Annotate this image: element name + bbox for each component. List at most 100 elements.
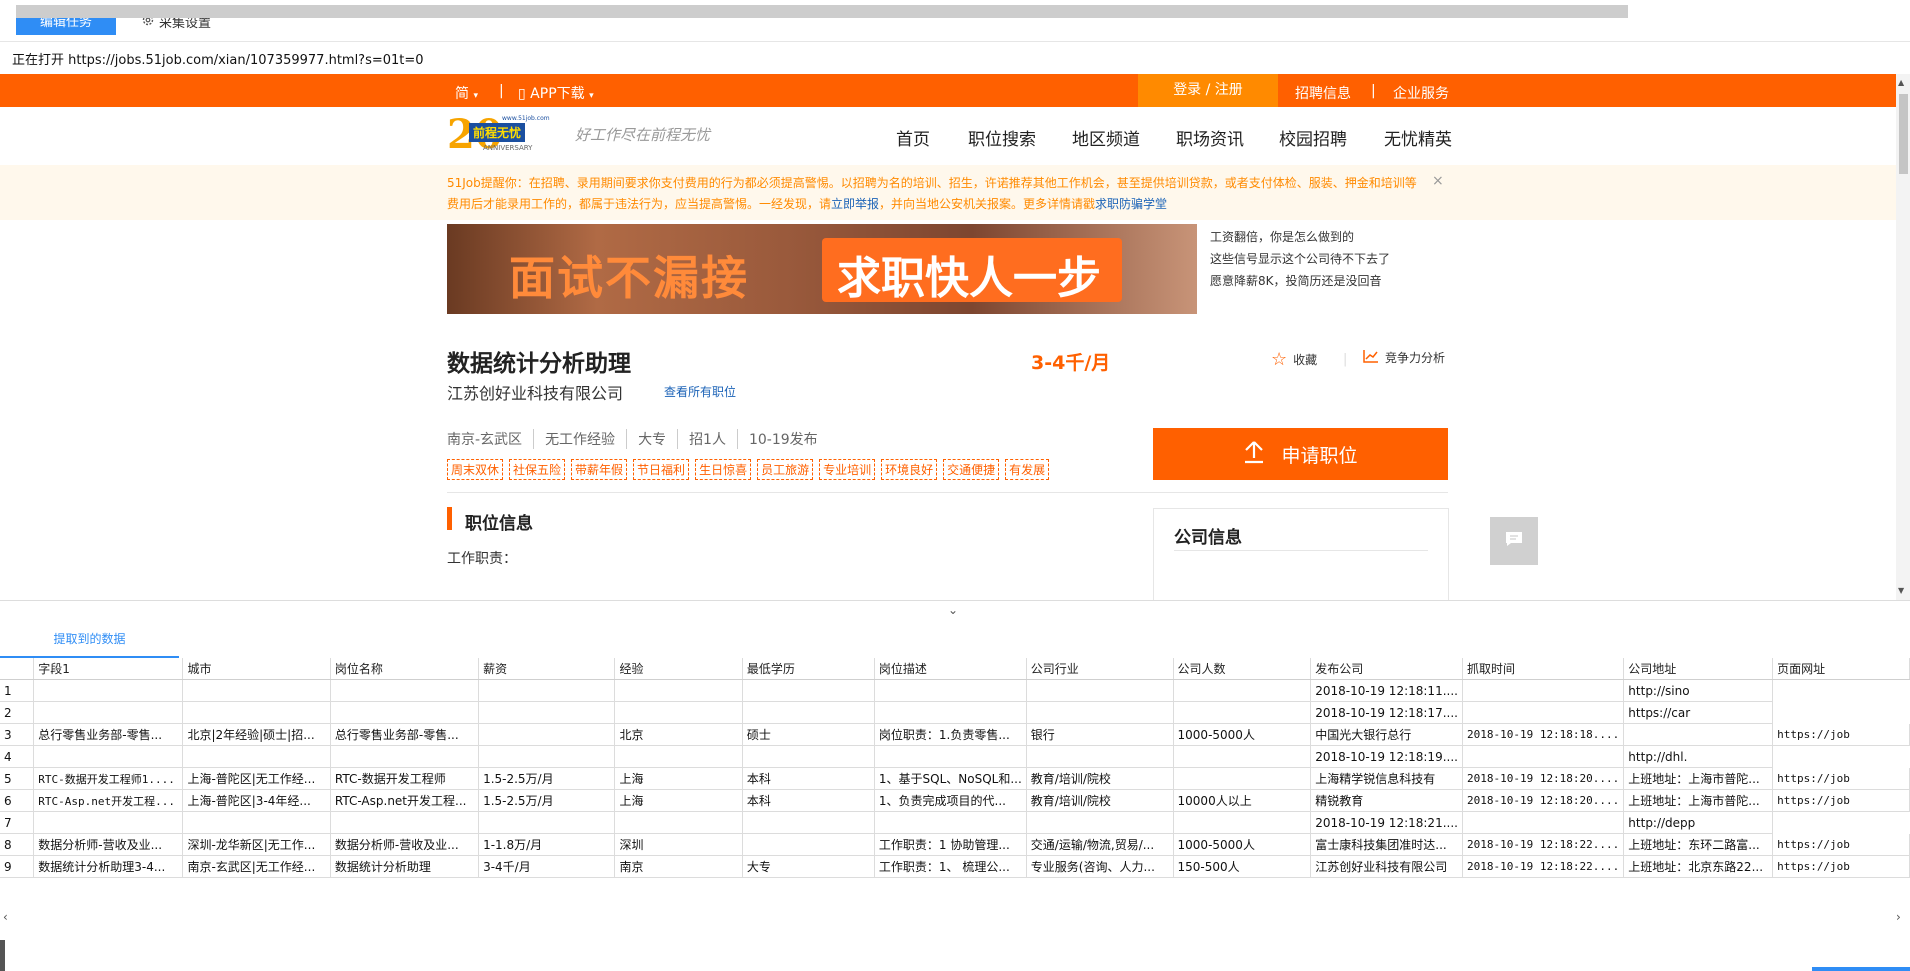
ad-link-2[interactable]: 这些信号显示这个公司待不下去了 (1210, 250, 1390, 267)
table-cell[interactable]: http://sino (1623, 679, 1774, 702)
table-cell[interactable] (874, 679, 1027, 702)
table-cell[interactable]: 2018-10-19 12:18:22.... (1462, 833, 1625, 856)
table-cell[interactable]: 2018-10-19 12:18:20.... (1462, 789, 1625, 812)
ad-link-3[interactable]: 愿意降薪8K，投简历还是没回音 (1210, 272, 1382, 289)
table-row[interactable]: 3 总行零售业务部-零售... 北京|2年经验|硕士|招... 总行零售业务部-零售.… (0, 723, 1910, 746)
table-row[interactable]: 2 2018-10-19 12:18:17.... https://car (0, 701, 1910, 724)
table-cell[interactable]: https://job (1772, 723, 1910, 746)
table-cell[interactable] (330, 811, 480, 834)
table-cell[interactable]: 富士康科技集团准时达... (1310, 833, 1463, 856)
table-cell[interactable] (1173, 745, 1312, 768)
table-cell[interactable] (1623, 723, 1774, 746)
table-row[interactable]: 1 2018-10-19 12:18:11.... http://sino (0, 679, 1910, 702)
nav-job-search[interactable]: 职位搜索 (968, 125, 1036, 150)
table-cell[interactable]: 1000-5000人 (1173, 833, 1312, 856)
table-cell[interactable]: https://job (1772, 833, 1910, 856)
fraud-school-link[interactable]: 求职防骗学堂 (1095, 197, 1167, 211)
scroll-down-icon[interactable]: ▼ (1898, 586, 1904, 595)
table-cell[interactable]: 2018-10-19 12:18:19.... (1310, 745, 1463, 768)
table-cell[interactable] (478, 723, 616, 746)
table-cell[interactable]: 江苏创好业科技有限公司 (1310, 855, 1463, 878)
table-cell[interactable] (1173, 701, 1312, 724)
table-cell[interactable] (1026, 811, 1174, 834)
table-cell[interactable]: 总行零售业务部-零售... (330, 723, 480, 746)
table-cell[interactable] (1173, 767, 1312, 790)
table-cell[interactable]: 1000-5000人 (1173, 723, 1312, 746)
table-cell[interactable] (1026, 745, 1174, 768)
table-cell[interactable]: 3-4千/月 (478, 855, 616, 878)
table-cell[interactable]: RTC-Asp.net开发工程... (33, 789, 184, 812)
table-cell[interactable] (742, 745, 875, 768)
table-cell[interactable]: https://car (1623, 701, 1774, 724)
table-cell[interactable]: 上班地址：东环二路富... (1623, 833, 1774, 856)
table-cell[interactable] (1173, 679, 1312, 702)
row-number-cell[interactable]: 4 (0, 745, 35, 768)
grid-horizontal-scrollbar[interactable]: ‹ › (0, 908, 1910, 928)
table-cell[interactable] (742, 679, 875, 702)
table-row[interactable]: 5 RTC-数据开发工程师1.... 上海-普陀区|无工作经... RTC-数据开发工… (0, 767, 1910, 790)
table-cell[interactable] (874, 745, 1027, 768)
scroll-left-icon[interactable]: ‹ (3, 910, 8, 924)
table-cell[interactable] (182, 701, 331, 724)
table-cell[interactable] (182, 811, 331, 834)
table-cell[interactable] (1462, 701, 1625, 724)
enterprise-service-link[interactable]: 企业服务 (1393, 83, 1449, 103)
panel-splitter[interactable]: ⌄ (0, 600, 1910, 621)
column-header[interactable]: 岗位名称 (330, 658, 480, 680)
table-cell[interactable]: 工作职责：1 协助管理... (874, 833, 1027, 856)
table-cell[interactable]: 上班地址：北京东路22... (1623, 855, 1774, 878)
table-cell[interactable]: 上班地址：上海市普陀... (1623, 767, 1774, 790)
table-cell[interactable]: 150-500人 (1173, 855, 1312, 878)
table-cell[interactable]: 北京|2年经验|硕士|招... (182, 723, 331, 746)
table-cell[interactable] (1462, 745, 1625, 768)
table-cell[interactable]: RTC-Asp.net开发工程... (330, 789, 480, 812)
table-row[interactable]: 4 2018-10-19 12:18:19.... http://dhl. (0, 745, 1910, 768)
app-download[interactable]: ▯ APP下载 ▾ (518, 83, 594, 103)
row-number-cell[interactable]: 6 (0, 789, 35, 812)
table-cell[interactable]: https://job (1772, 767, 1910, 790)
table-cell[interactable] (742, 811, 875, 834)
column-header[interactable]: 最低学历 (742, 658, 875, 680)
row-number-cell[interactable]: 8 (0, 833, 35, 856)
table-cell[interactable] (33, 701, 184, 724)
close-icon[interactable]: × (1432, 173, 1444, 189)
table-cell[interactable]: 上海-普陀区|3-4年经... (182, 789, 331, 812)
nav-career-news[interactable]: 职场资讯 (1176, 125, 1244, 150)
table-row[interactable]: 8 数据分析师-营收及业... 深圳-龙华新区|无工作... 数据分析师-营收及业..… (0, 833, 1910, 856)
favorite-button[interactable]: ☆ 收藏 (1271, 349, 1317, 370)
table-cell[interactable]: 2018-10-19 12:18:18.... (1462, 723, 1625, 746)
table-cell[interactable]: RTC-数据开发工程师1.... (33, 767, 184, 790)
table-row[interactable]: 6 RTC-Asp.net开发工程... 上海-普陀区|3-4年经... RTC-As… (0, 789, 1910, 812)
table-cell[interactable]: 10000人以上 (1173, 789, 1312, 812)
table-cell[interactable] (33, 745, 184, 768)
company-name[interactable]: 江苏创好业科技有限公司 (447, 380, 623, 404)
column-header[interactable]: 岗位描述 (874, 658, 1027, 680)
table-cell[interactable]: 1.5-2.5万/月 (478, 789, 616, 812)
table-cell[interactable]: https://job (1772, 789, 1910, 812)
column-header[interactable]: 发布公司 (1310, 658, 1463, 680)
column-header[interactable]: 城市 (182, 658, 331, 680)
table-cell[interactable] (478, 679, 616, 702)
table-cell[interactable]: 2018-10-19 12:18:17.... (1310, 701, 1463, 724)
table-cell[interactable]: 数据分析师-营收及业... (330, 833, 480, 856)
table-cell[interactable] (33, 679, 184, 702)
table-cell[interactable]: 上班地址：上海市普陀... (1623, 789, 1774, 812)
scroll-up-icon[interactable]: ▲ (1898, 78, 1904, 87)
table-cell[interactable]: 中国光大银行总行 (1310, 723, 1463, 746)
compete-analysis-button[interactable]: 竞争力分析 (1363, 349, 1445, 366)
table-cell[interactable] (478, 701, 616, 724)
table-cell[interactable]: 南京 (614, 855, 743, 878)
report-link[interactable]: 立即举报 (831, 197, 879, 211)
tab-extracted-data[interactable]: 提取到的数据 (0, 621, 179, 658)
table-cell[interactable] (614, 679, 743, 702)
table-cell[interactable] (742, 701, 875, 724)
table-cell[interactable] (614, 701, 743, 724)
lang-switch[interactable]: 简 ▾ (455, 83, 478, 103)
table-cell[interactable] (614, 811, 743, 834)
table-cell[interactable]: 专业服务(咨询、人力... (1026, 855, 1174, 878)
table-cell[interactable]: 深圳-龙华新区|无工作... (182, 833, 331, 856)
table-cell[interactable] (182, 679, 331, 702)
table-cell[interactable]: 硕士 (742, 723, 875, 746)
table-cell[interactable]: http://dhl. (1623, 745, 1774, 768)
nav-campus[interactable]: 校园招聘 (1279, 125, 1347, 150)
